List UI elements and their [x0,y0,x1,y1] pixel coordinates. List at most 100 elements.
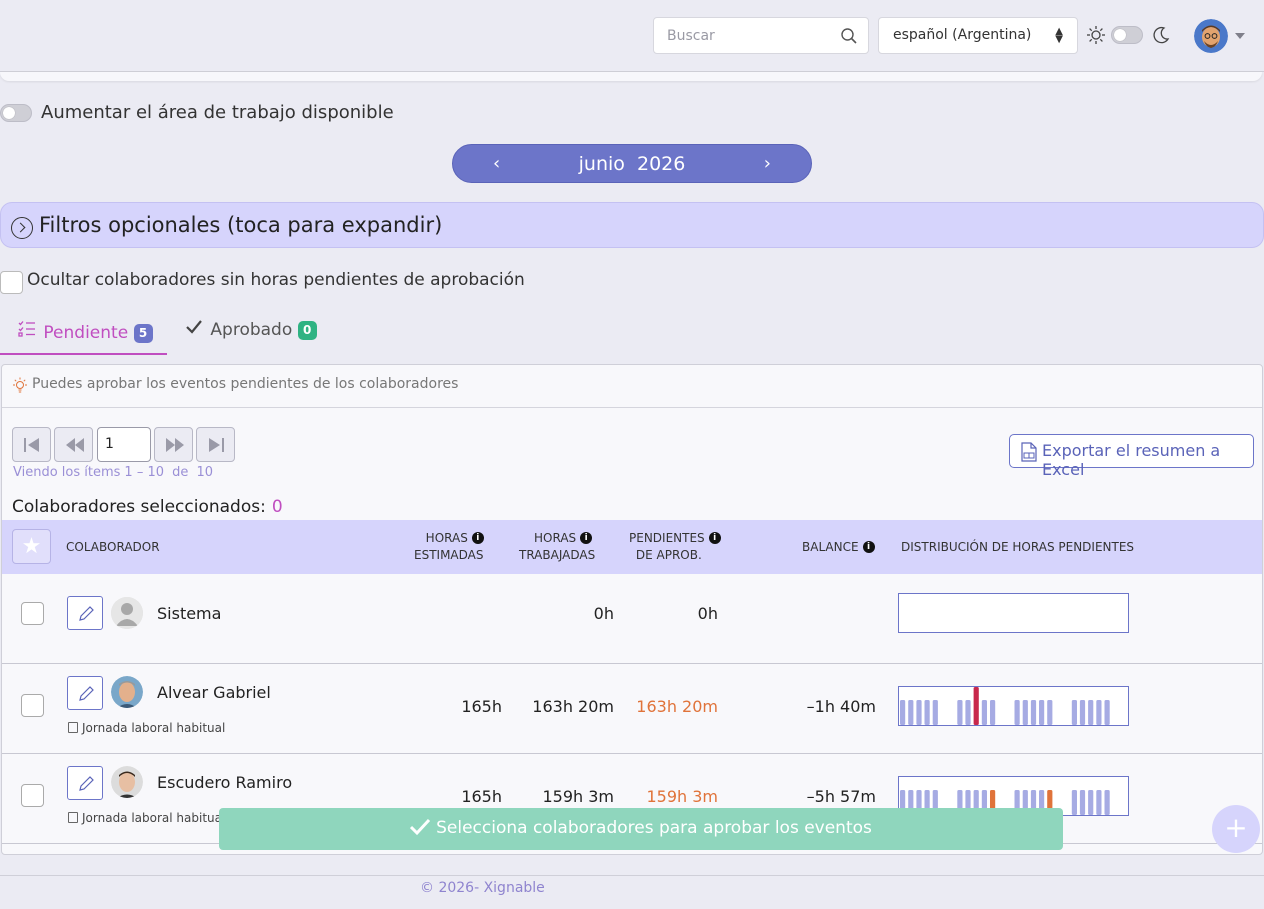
edit-button[interactable] [67,766,103,800]
next-month-button[interactable]: › [764,153,771,174]
info-icon[interactable]: i [471,532,484,544]
pending-count-badge: 5 [133,324,153,343]
toast-text: Selecciona colaboradores para aprobar lo… [436,818,872,838]
distribution-bar [1014,700,1020,725]
distribution-bar [973,687,979,725]
balance: –5h 57m [806,787,876,806]
info-icon[interactable]: i [862,541,875,553]
search-icon[interactable] [840,27,858,45]
distribution-bar [1079,700,1086,725]
hide-no-pending-checkbox[interactable] [0,271,23,294]
distribution-bar [1039,700,1045,725]
hint-bar: Puedes aprobar los eventos pendientes de… [2,365,1262,408]
chevron-right-circle-icon [11,217,33,239]
calendar-icon [68,812,78,823]
avatar [111,597,143,629]
check-icon [410,818,431,836]
last-page-button[interactable] [196,427,235,462]
page-number-input[interactable]: 1 [97,427,151,462]
row-checkbox[interactable] [21,784,44,807]
selected-count: 0 [271,497,283,517]
export-excel-button[interactable]: Exportar el resumen a Excel [1009,434,1254,479]
row-checkbox[interactable] [21,694,44,717]
viewing-total: 10 [196,465,214,480]
language-value: español (Argentina) [893,27,1032,43]
user-menu-caret-icon[interactable] [1235,33,1245,39]
info-icon[interactable]: i [580,532,593,544]
collaborator-name[interactable]: Sistema [157,604,221,623]
distribution-bar [916,700,922,725]
distribution-bar [908,700,914,725]
col-worked-line2: TRABAJADAS [519,548,596,562]
distribution-bar [1071,700,1077,725]
selected-label: Colaboradores seleccionados: [12,497,266,517]
viewing-range: 1 – 10 [124,465,164,480]
search-box[interactable] [653,17,869,54]
workarea-label: Aumentar el área de trabajo disponible [41,102,394,123]
edit-button[interactable] [67,596,103,630]
user-avatar[interactable] [1194,19,1228,53]
first-page-button[interactable] [12,427,51,462]
info-icon[interactable]: i [708,532,721,544]
theme-toggle[interactable] [1111,26,1143,44]
distribution-bar [990,700,996,725]
language-select[interactable]: español (Argentina) ▲ ▼ [878,17,1078,54]
month-label: junio 2026 [453,153,811,175]
footer: © 2026- Xignable [0,875,1264,909]
balance: –1h 40m [806,697,876,716]
col-worked: HORAS i TRABAJADAS [519,530,607,564]
col-pending-line1: PENDIENTES [629,531,705,545]
pencil-icon [79,776,94,791]
last-page-icon [209,438,224,452]
distribution-bar [1030,700,1037,725]
sun-icon [1087,26,1105,44]
collapsed-panel-edge [0,72,1262,81]
distribution-bar [1096,700,1102,725]
tab-approved[interactable]: Aprobado 0 [186,318,317,355]
collaborator-name[interactable]: Alvear Gabriel [157,683,271,702]
approval-toast: Selecciona colaboradores para aprobar lo… [219,808,1063,850]
checklist-icon [18,321,35,337]
distribution-bar [1104,700,1110,725]
top-header: español (Argentina) ▲▼ [0,0,1264,72]
col-worked-line1: HORAS [534,531,577,545]
calendar-icon [68,722,78,733]
star-filter-button[interactable]: ★ [12,529,51,564]
fast-forward-icon [166,438,184,452]
schedule-text: Jornada laboral habitual [82,721,226,735]
avatar [111,676,143,708]
distribution-bar [1071,790,1077,815]
month-name: junio [578,153,625,175]
distribution-bar [1088,790,1094,815]
viewing-of: de [172,465,189,480]
avatar [111,766,143,798]
collaborator-name[interactable]: Escudero Ramiro [157,773,292,792]
table-row: Alvear Gabriel Jornada laboral habitual … [2,664,1262,754]
schedule-label: Jornada laboral habitual [68,721,225,735]
search-input[interactable] [654,18,824,53]
add-button[interactable]: + [1212,805,1260,853]
distribution-bar [932,700,938,725]
next-page-button[interactable] [154,427,193,462]
first-page-icon [24,438,39,452]
pencil-icon [79,686,94,701]
pending-hours: 0h [697,604,718,623]
schedule-label: Jornada laboral habitual [68,811,225,825]
footer-copyright: © 2026- Xignable [420,880,545,896]
moon-icon [1153,26,1170,44]
distribution-bar [1096,790,1102,815]
tab-pending-label: Pendiente [43,323,129,343]
workarea-toggle[interactable] [0,104,32,122]
pending-hours: 159h 3m [646,787,718,806]
tab-pending[interactable]: Pendiente 5 [0,318,167,355]
row-checkbox[interactable] [21,602,44,625]
spreadsheet-file-icon [1021,442,1037,462]
distribution-bar [1079,790,1086,815]
col-balance-label: BALANCE [802,540,859,554]
optional-filters-panel[interactable]: Filtros opcionales (toca para expandir) [0,202,1264,248]
edit-button[interactable] [67,676,103,710]
approved-count-badge: 0 [297,321,317,340]
pending-distribution-chart [898,593,1129,633]
previous-page-button[interactable] [54,427,93,462]
pencil-icon [79,606,94,621]
